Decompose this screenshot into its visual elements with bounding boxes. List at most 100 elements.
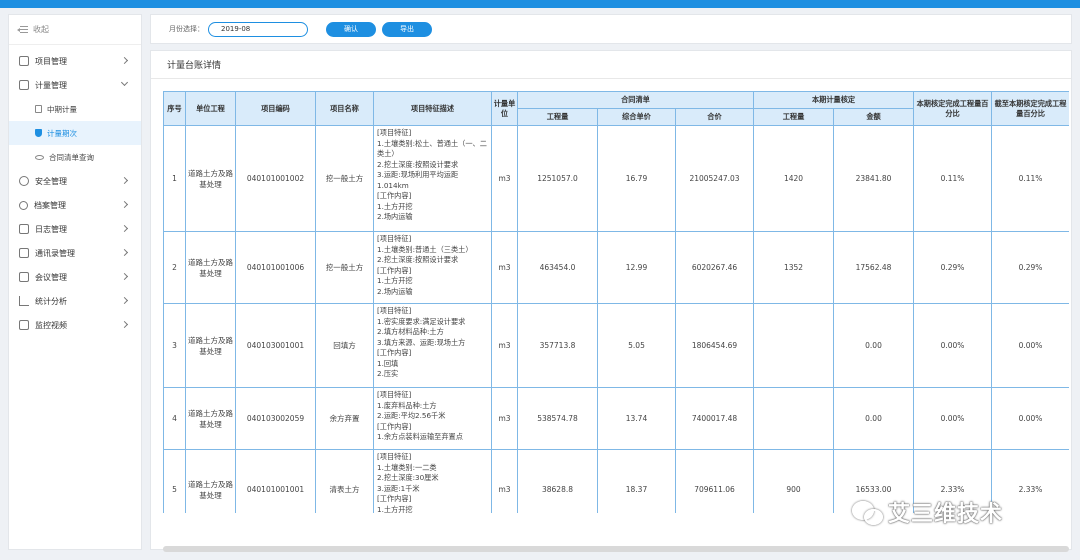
header-code: 项目编码 <box>235 91 316 126</box>
cell-no: 1 <box>163 125 186 232</box>
sidebar-item-project-management[interactable]: 项目管理 <box>9 49 141 73</box>
month-select-input[interactable]: 2019-08 <box>208 21 308 37</box>
table-row: 4 道路土方及路基处理 040103002059 余方弃置 [项目特征] 1.废弃料品种… <box>163 387 1069 450</box>
horizontal-scrollbar[interactable] <box>163 546 1069 552</box>
cell-code: 040103002059 <box>235 387 316 450</box>
header-contract: 合同清单 <box>517 91 754 109</box>
shield-icon <box>35 129 42 137</box>
cell-pct-period: 0.11% <box>913 125 993 232</box>
sidebar-item-statistics[interactable]: 统计分析 <box>9 289 141 313</box>
cell-qty: 357713.8 <box>517 303 598 388</box>
page-title: 计量台账详情 <box>151 51 1071 79</box>
cell-code: 040103001001 <box>235 303 316 388</box>
chevron-right-icon <box>120 296 129 305</box>
header-total: 合价 <box>675 108 754 126</box>
cell-name: 回填方 <box>315 303 374 388</box>
cell-total: 7400017.48 <box>675 387 754 450</box>
sidebar: 收起 项目管理 计量管理 中期计量 计量期次 合同清单查询 安全管理 档案管理 … <box>8 14 142 550</box>
cell-name: 余方弃置 <box>315 387 374 450</box>
cell-no: 4 <box>163 387 186 450</box>
sidebar-subitem-label: 计量期次 <box>47 128 77 138</box>
export-button[interactable]: 导出 <box>382 21 432 37</box>
cell-unit-work: 道路土方及路基处理 <box>185 387 236 450</box>
cell-unit: m3 <box>491 449 518 513</box>
sidebar-item-safety-management[interactable]: 安全管理 <box>9 169 141 193</box>
header-unit: 计量单位 <box>491 91 518 126</box>
watermark-text: 艾三维技术 <box>888 502 1004 527</box>
sidebar-item-label: 项目管理 <box>35 56 67 66</box>
cell-pct-cum: 0.00% <box>991 303 1069 388</box>
cell-code: 040101001006 <box>235 231 316 304</box>
sidebar-subitem-label: 合同清单查询 <box>49 152 94 162</box>
collapse-label: 收起 <box>33 25 49 34</box>
cell-p-amount: 0.00 <box>832 387 915 450</box>
cell-total: 21005247.03 <box>675 125 754 232</box>
cell-p-qty: 1420 <box>753 125 834 232</box>
cell-p-qty <box>753 303 834 388</box>
sidebar-item-monitoring-video[interactable]: 监控视频 <box>9 313 141 337</box>
sidebar-item-contacts-management[interactable]: 通讯录管理 <box>9 241 141 265</box>
layers-icon <box>19 56 29 66</box>
cell-p-qty <box>753 387 834 450</box>
filter-bar: 月份选择： 2019-08 确认 导出 <box>150 14 1072 44</box>
chevron-right-icon <box>120 248 129 257</box>
chevron-right-icon <box>120 200 129 209</box>
sidebar-subitem-interim-metering[interactable]: 中期计量 <box>9 97 141 121</box>
table-row: 1 道路土方及路基处理 040101001002 挖一般土方 [项目特征] 1.土壤类别… <box>163 125 1069 232</box>
cell-unit: m3 <box>491 387 518 450</box>
cell-pct-cum: 0.11% <box>991 125 1069 232</box>
cell-name: 清表土方 <box>315 449 374 513</box>
header-period: 本期计量核定 <box>752 91 915 109</box>
chevron-right-icon <box>120 56 129 65</box>
cell-price: 18.37 <box>597 449 676 513</box>
header-no: 序号 <box>163 91 186 126</box>
cell-unit: m3 <box>491 303 518 388</box>
sidebar-subitem-label: 中期计量 <box>47 104 77 114</box>
cell-pct-period: 0.29% <box>913 231 993 304</box>
sidebar-subitem-contract-list-query[interactable]: 合同清单查询 <box>9 145 141 169</box>
wechat-icon <box>852 499 883 525</box>
cell-unit-work: 道路土方及路基处理 <box>185 303 236 388</box>
header-unit-work: 单位工程 <box>185 91 236 126</box>
collapse-icon <box>17 25 29 35</box>
cell-p-qty: 1352 <box>753 231 834 304</box>
cell-name: 挖一般土方 <box>315 125 374 232</box>
cell-qty: 463454.0 <box>517 231 598 304</box>
cell-price: 5.05 <box>597 303 676 388</box>
chevron-right-icon <box>120 320 129 329</box>
cell-no: 5 <box>163 449 186 513</box>
sidebar-collapse-button[interactable]: 收起 <box>9 15 141 45</box>
sidebar-item-label: 日志管理 <box>35 224 67 234</box>
header-period-qty: 工程量 <box>753 108 834 126</box>
cell-desc: [项目特征] 1.土壤类别:松土、普通土（一、二类土） 2.挖土深度:按照设计要… <box>373 125 492 232</box>
sidebar-item-archive-management[interactable]: 档案管理 <box>9 193 141 217</box>
sidebar-item-log-management[interactable]: 日志管理 <box>9 217 141 241</box>
cell-qty: 538574.78 <box>517 387 598 450</box>
sidebar-item-label: 安全管理 <box>35 176 67 186</box>
sidebar-item-label: 统计分析 <box>35 296 67 306</box>
sidebar-subitem-metering-period[interactable]: 计量期次 <box>9 121 141 145</box>
header-price: 综合单价 <box>597 108 676 126</box>
header-name: 项目名称 <box>315 91 374 126</box>
sidebar-item-meeting-management[interactable]: 会议管理 <box>9 265 141 289</box>
sidebar-item-label: 通讯录管理 <box>35 248 75 258</box>
contacts-icon <box>19 248 29 258</box>
cell-unit-work: 道路土方及路基处理 <box>185 449 236 513</box>
link-icon <box>35 154 44 160</box>
chevron-right-icon <box>120 272 129 281</box>
cell-unit-work: 道路土方及路基处理 <box>185 125 236 232</box>
chevron-right-icon <box>120 224 129 233</box>
sidebar-item-metering-management[interactable]: 计量管理 <box>9 73 141 97</box>
cell-p-amount: 17562.48 <box>832 231 915 304</box>
table-row: 2 道路土方及路基处理 040101001006 挖一般土方 [项目特征] 1.土壤类别… <box>163 231 1069 304</box>
calendar-icon <box>19 224 29 234</box>
table-container[interactable]: 序号 单位工程 项目编码 项目名称 项目特征描述 计量单位 合同清单 本期计量核… <box>163 91 1069 513</box>
confirm-button[interactable]: 确认 <box>326 21 376 37</box>
share-icon <box>19 200 28 210</box>
main-panel: 计量台账详情 序号 单位工程 项目编码 项目名称 项目特征描述 计量单位 合同清… <box>150 50 1072 552</box>
cell-price: 12.99 <box>597 231 676 304</box>
cell-pct-cum: 0.00% <box>991 387 1069 450</box>
watermark: 艾三维技术 <box>852 496 1003 528</box>
cell-unit-work: 道路土方及路基处理 <box>185 231 236 304</box>
month-select-label: 月份选择： <box>169 25 204 33</box>
